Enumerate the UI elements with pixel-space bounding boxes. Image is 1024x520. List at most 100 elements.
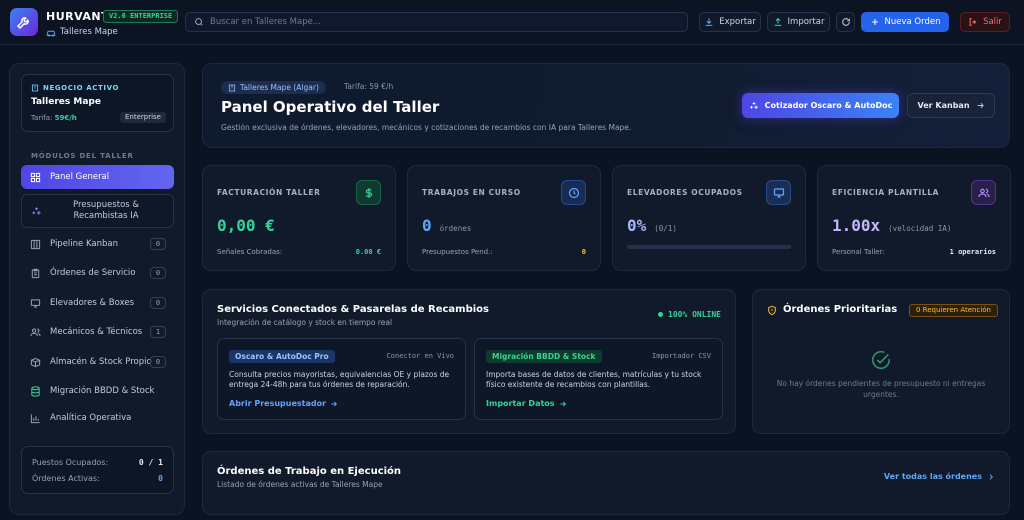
users-icon [30, 327, 41, 338]
connected-services-panel: Servicios Conectados & Pasarelas de Reca… [202, 289, 736, 434]
upload-icon [773, 17, 783, 27]
priority-orders-panel: Órdenes Prioritarias 0 Requieren Atenció… [752, 289, 1010, 434]
sidebar-item-almacen[interactable]: Almacén & Stock Propio 0 [21, 350, 174, 374]
sparkles-icon [749, 101, 759, 111]
sidebar-item-label: Migración BBDD & Stock [50, 386, 155, 396]
export-button[interactable]: Exportar [699, 12, 761, 32]
sidebar: NEGOCIO ACTIVO Talleres Mape Tarifa: 59€… [9, 63, 185, 515]
car-icon [46, 28, 56, 37]
database-icon [30, 385, 41, 397]
services-title: Servicios Conectados & Pasarelas de Reca… [217, 304, 489, 315]
orders-subtitle: Listado de órdenes activas de Talleres M… [217, 480, 383, 489]
logout-button[interactable]: Salir [960, 12, 1010, 32]
sidebar-item-label: Mecánicos & Técnicos [50, 327, 143, 337]
chart-icon [30, 413, 41, 424]
building-icon [228, 84, 236, 92]
download-icon [704, 17, 714, 27]
sidebar-item-ordenes-servicio[interactable]: Órdenes de Servicio 0 [21, 261, 174, 285]
kanban-button[interactable]: Ver Kanban [907, 93, 995, 118]
wrench-logo-icon[interactable] [10, 8, 38, 36]
sidebar-item-count: 0 [150, 356, 166, 368]
priority-title: Órdenes Prioritarias [783, 304, 898, 315]
sidebar-item-count: 0 [150, 297, 166, 309]
logout-icon [968, 17, 978, 27]
workshop-label: Talleres Mape [60, 27, 118, 37]
empty-state-text: No hay órdenes pendientes de presupuesto… [776, 379, 986, 399]
hero-rate: Tarifa: 59 €/h [344, 82, 394, 91]
sidebar-item-presupuestos[interactable]: Presupuestos & Recambistas IA [21, 194, 174, 228]
chevron-right-icon [987, 473, 995, 481]
kpi-title: TRABAJOS EN CURSO [422, 188, 521, 197]
sidebar-item-migracion[interactable]: Migración BBDD & Stock [21, 379, 174, 403]
dollar-icon [356, 180, 381, 205]
refresh-icon [841, 17, 851, 27]
box-icon [30, 357, 41, 368]
monitor-icon [30, 298, 41, 309]
new-order-button[interactable]: Nueva Orden [861, 12, 949, 32]
arrow-right-icon [330, 400, 338, 408]
sparkles-icon [31, 206, 42, 217]
page-title: Panel Operativo del Taller [221, 98, 440, 116]
workshop-name: Talleres Mape [46, 27, 118, 37]
hero-panel: Talleres Mape (Algar) Tarifa: 59 €/h Pan… [202, 63, 1010, 148]
refresh-button[interactable] [836, 12, 855, 32]
import-label: Importar [787, 17, 825, 27]
clipboard-icon [30, 268, 41, 279]
import-button[interactable]: Importar [767, 12, 830, 32]
sidebar-item-panel-general[interactable]: Panel General [21, 165, 174, 189]
sidebar-item-elevadores[interactable]: Elevadores & Boxes 0 [21, 291, 174, 315]
version-badge: V2.6 ENTERPRISE [103, 10, 179, 23]
sidebar-item-label: Analítica Operativa [50, 413, 132, 423]
page-subtitle: Gestión exclusiva de órdenes, elevadores… [221, 123, 632, 132]
service-description: Importa bases de datos de clientes, matr… [486, 370, 702, 389]
building-icon [31, 84, 39, 92]
grid-icon [30, 172, 41, 183]
sidebar-item-label: Almacén & Stock Propio [50, 357, 152, 367]
new-order-label: Nueva Orden [884, 17, 941, 27]
sidebar-item-count: 0 [150, 267, 166, 279]
kpi-value: 0% (0/1) [627, 216, 677, 235]
monitor-icon [766, 180, 791, 205]
shield-icon [767, 305, 777, 316]
sidebar-item-analitica[interactable]: Analítica Operativa [21, 406, 174, 430]
kpi-footer: Señales Cobradas: 0.00 € [217, 248, 381, 256]
attention-badge: 0 Requieren Atención [908, 304, 998, 317]
orders-title: Órdenes de Trabajo en Ejecución [217, 466, 402, 477]
export-label: Exportar [719, 17, 756, 27]
kpi-value: 1.00x (velocidad IA) [832, 216, 952, 235]
kpi-title: ELEVADORES OCUPADOS [627, 188, 743, 197]
open-quote-link[interactable]: Abrir Presupuestador [229, 399, 338, 408]
sidebar-item-count: 0 [150, 238, 166, 250]
check-circle-icon [870, 349, 892, 371]
business-name: Talleres Mape [31, 97, 101, 107]
workshop-stats: Puestos Ocupados: 0 / 1 Órdenes Activas:… [21, 446, 174, 494]
active-business-card: NEGOCIO ACTIVO Talleres Mape Tarifa: 59€… [21, 74, 174, 132]
service-description: Consulta precios mayoristas, equivalenci… [229, 370, 450, 389]
kpi-title: FACTURACIÓN TALLER [217, 188, 321, 197]
business-rate: Tarifa: 59€/h [31, 114, 77, 122]
sidebar-item-pipeline-kanban[interactable]: Pipeline Kanban 0 [21, 232, 174, 256]
search-input[interactable] [210, 17, 670, 27]
active-orders-panel: Órdenes de Trabajo en Ejecución Listado … [202, 451, 1010, 515]
search-bar[interactable] [185, 12, 688, 32]
top-bar: HURVANT V2.6 ENTERPRISE Talleres Mape Ex… [0, 0, 1024, 45]
kpi-value: 0,00 € [217, 216, 275, 235]
sidebar-item-mecanicos[interactable]: Mecánicos & Técnicos 1 [21, 320, 174, 344]
logout-label: Salir [983, 17, 1002, 27]
plan-badge: Enterprise [119, 112, 166, 123]
sidebar-item-label: Órdenes de Servicio [50, 268, 136, 278]
search-icon [194, 17, 204, 27]
view-all-orders-link[interactable]: Ver todas las órdenes [884, 472, 995, 481]
service-kind: Conector en Vivo [386, 352, 454, 360]
arrow-right-icon [559, 400, 567, 408]
sidebar-item-count: 1 [150, 326, 166, 338]
active-business-label: NEGOCIO ACTIVO [31, 84, 119, 92]
kpi-card-trabajos: TRABAJOS EN CURSO 0 órdenes Presupuestos … [407, 165, 601, 271]
import-data-link[interactable]: Importar Datos [486, 399, 567, 408]
arrow-right-icon [976, 101, 985, 110]
kpi-footer: Personal Taller: 1 operarios [832, 248, 996, 256]
service-card-migracion: Migración BBDD & Stock Importador CSV Im… [474, 338, 723, 420]
quote-button[interactable]: Cotizador Oscaro & AutoDoc [742, 93, 899, 118]
kanban-icon [30, 239, 41, 250]
services-subtitle: Integración de catálogo y stock en tiemp… [217, 318, 393, 327]
